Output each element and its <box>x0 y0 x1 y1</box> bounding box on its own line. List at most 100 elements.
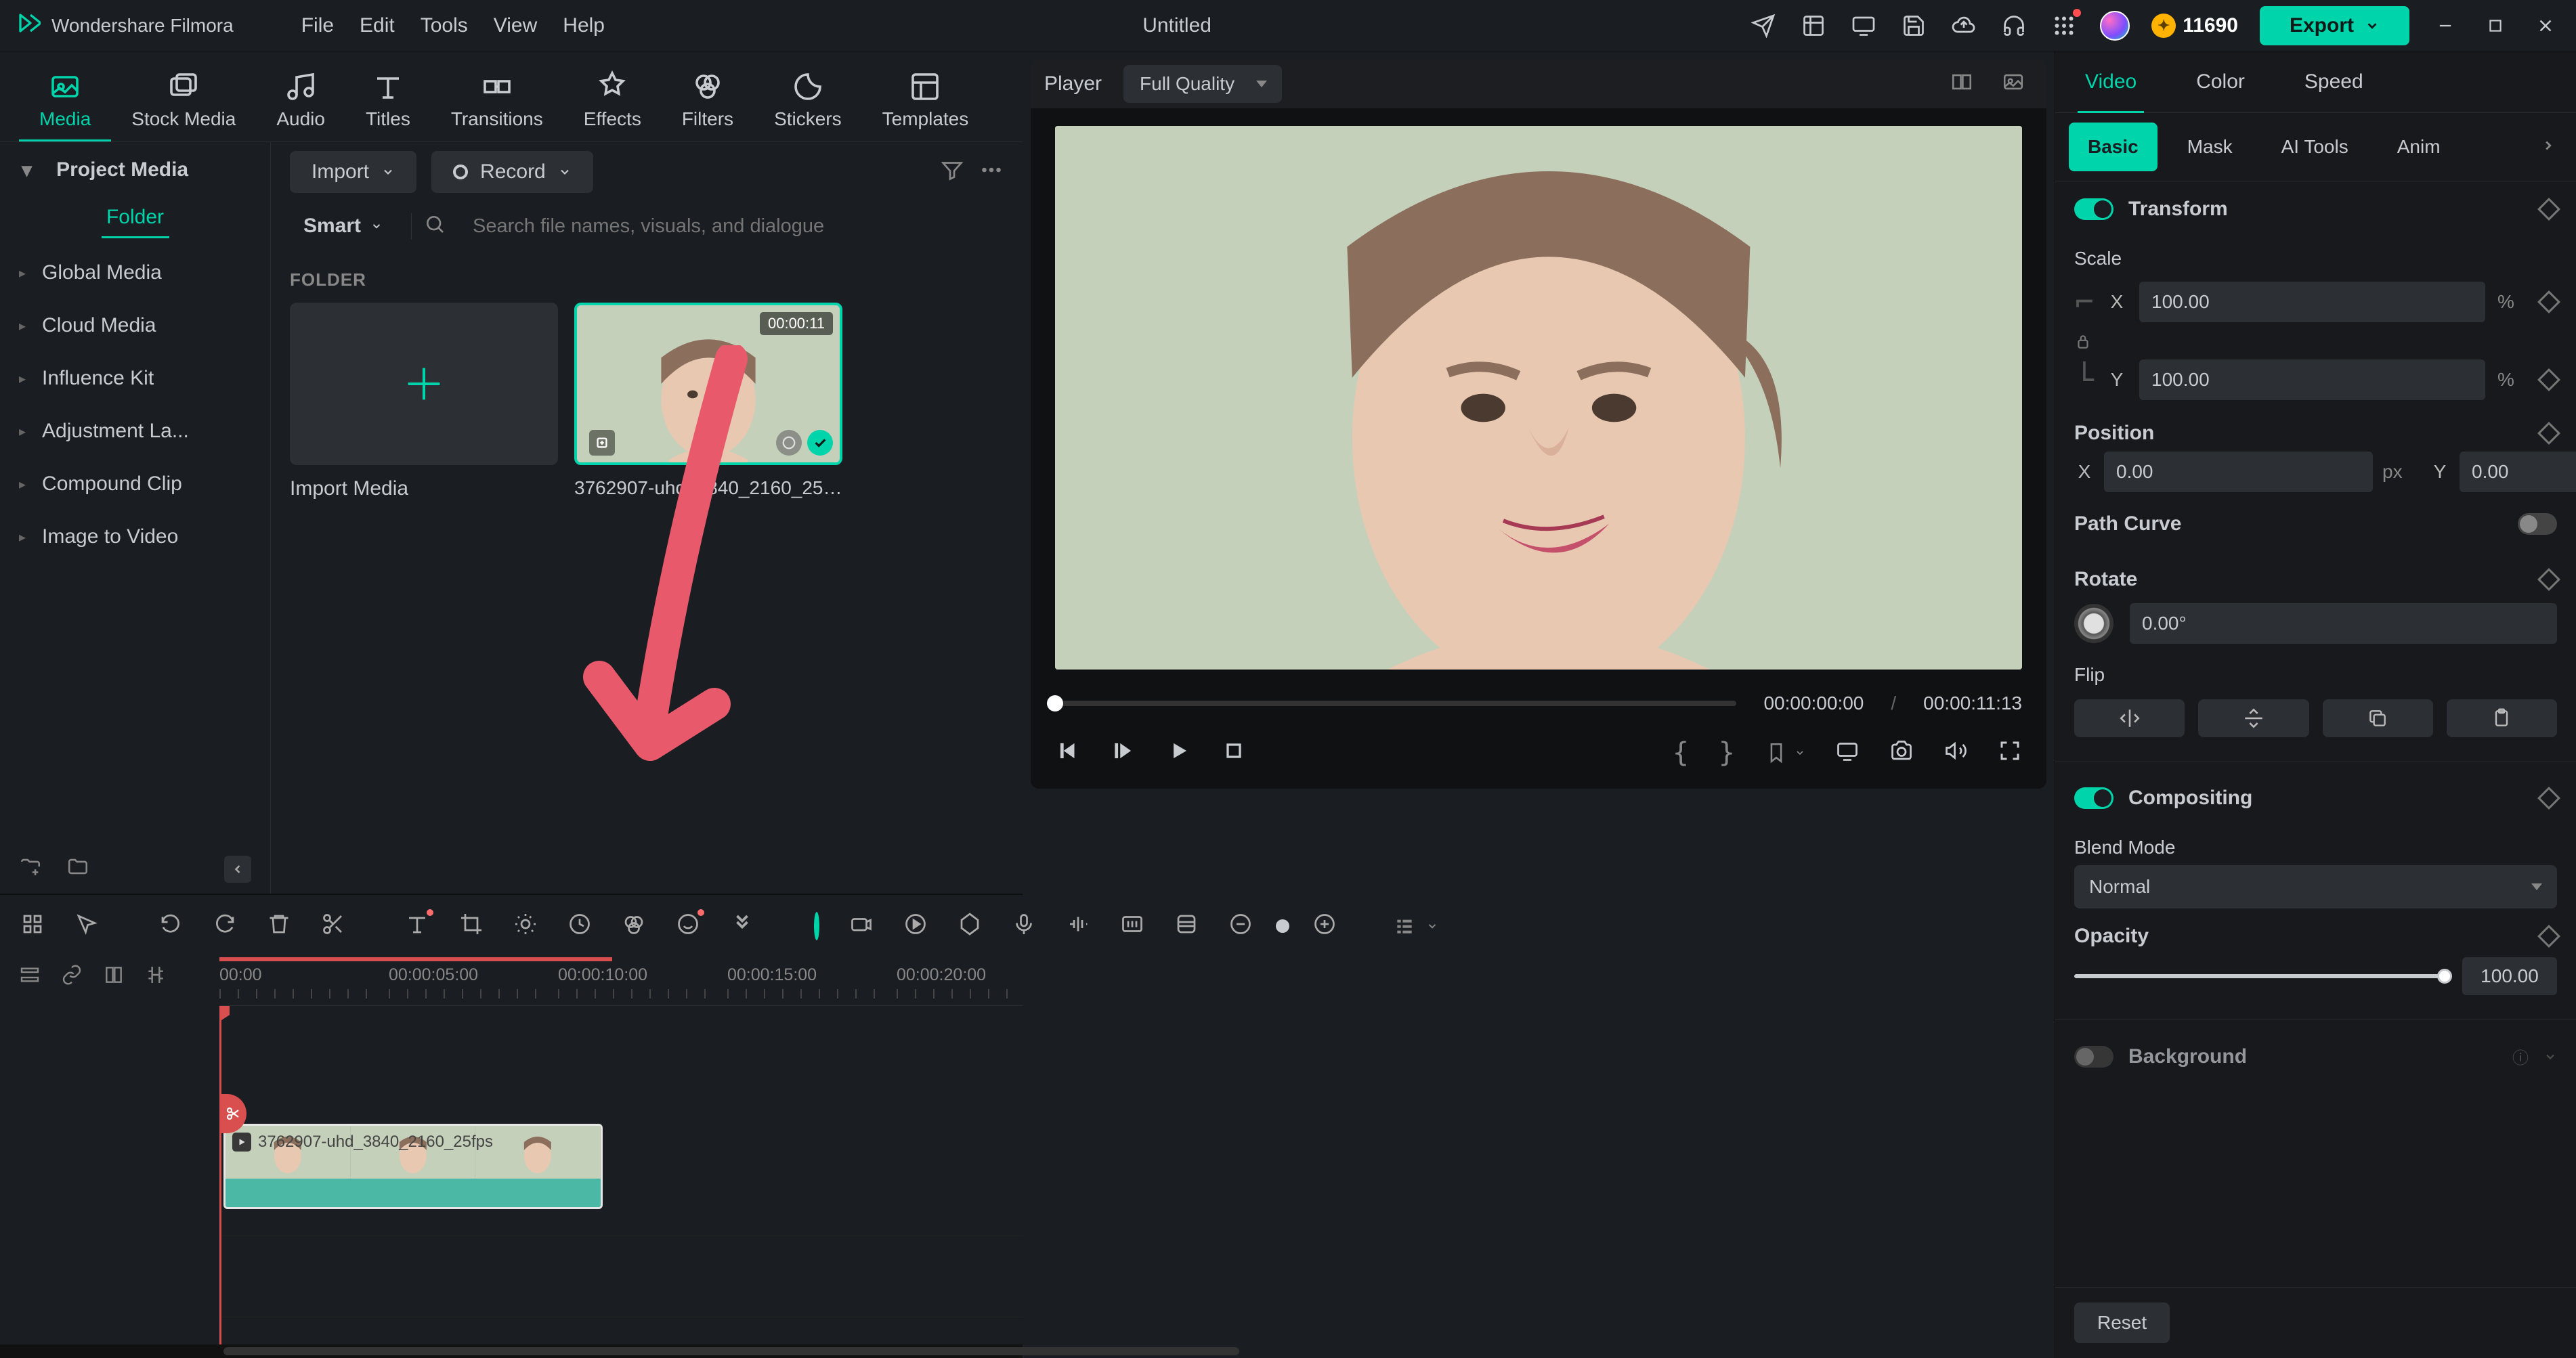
rotation-wheel[interactable] <box>2074 604 2113 643</box>
tab-speed[interactable]: Speed <box>2275 51 2393 112</box>
search-icon[interactable] <box>411 213 458 240</box>
split-scissors-icon[interactable] <box>321 912 345 941</box>
module-stickers[interactable]: Stickers <box>754 61 862 141</box>
copy-transform-button[interactable] <box>2323 699 2433 737</box>
menu-view[interactable]: View <box>494 14 537 37</box>
fullscreen-icon[interactable] <box>1998 739 2022 768</box>
compositing-toggle[interactable] <box>2074 787 2113 809</box>
send-icon[interactable] <box>1749 12 1778 40</box>
screen-icon[interactable] <box>1849 12 1878 40</box>
prev-frame-icon[interactable] <box>1055 738 1081 768</box>
paste-transform-button[interactable] <box>2447 699 2557 737</box>
module-audio[interactable]: Audio <box>256 61 345 141</box>
marker-dropdown[interactable] <box>1765 741 1805 764</box>
close-button[interactable] <box>2531 12 2560 40</box>
text-icon[interactable] <box>405 912 429 941</box>
undo-icon[interactable] <box>158 912 183 941</box>
preview-screen[interactable] <box>1055 126 2022 670</box>
clip-info-icon[interactable] <box>776 430 802 456</box>
opacity-slider[interactable] <box>2074 974 2445 978</box>
media-clip[interactable]: 00:00:11 3762907-uhd_3840_2160_25fps <box>574 303 842 500</box>
picture-icon[interactable] <box>1994 70 2033 98</box>
keyframe-diamond-icon[interactable] <box>2537 787 2560 810</box>
sidebar-item-influence-kit[interactable]: ▸Influence Kit <box>0 352 270 405</box>
camera-icon[interactable] <box>849 912 874 941</box>
quality-dropdown[interactable]: Full Quality <box>1123 65 1282 103</box>
smart-sort-dropdown[interactable]: Smart <box>290 215 396 238</box>
marker-icon[interactable] <box>1174 912 1199 941</box>
module-effects[interactable]: Effects <box>563 61 662 141</box>
magnet-icon[interactable] <box>20 912 45 941</box>
display-icon[interactable] <box>1835 739 1860 768</box>
path-curve-toggle[interactable] <box>2518 513 2557 535</box>
minimize-button[interactable] <box>2431 12 2460 40</box>
module-titles[interactable]: Titles <box>345 61 431 141</box>
menu-tools[interactable]: Tools <box>421 14 468 37</box>
subtab-mask[interactable]: Mask <box>2168 123 2252 171</box>
keyframe-diamond-icon[interactable] <box>2537 925 2560 948</box>
sidebar-item-adjustment-layer[interactable]: ▸Adjustment La... <box>0 405 270 458</box>
more-options-icon[interactable] <box>979 158 1004 187</box>
keyframe-diamond-icon[interactable] <box>2537 422 2560 445</box>
more-tools-icon[interactable] <box>730 912 754 941</box>
chevron-down-icon[interactable] <box>2543 1050 2557 1064</box>
module-media[interactable]: Media <box>19 61 111 141</box>
position-y-input[interactable] <box>2460 452 2576 492</box>
headphones-icon[interactable] <box>2000 12 2028 40</box>
collapse-sidebar-button[interactable] <box>224 856 251 883</box>
flip-horizontal-button[interactable] <box>2074 699 2185 737</box>
play-from-start-icon[interactable] <box>1111 738 1136 768</box>
compare-view-icon[interactable] <box>1942 70 1981 98</box>
flip-vertical-button[interactable] <box>2198 699 2309 737</box>
project-icon[interactable] <box>1799 12 1828 40</box>
search-input[interactable] <box>473 215 1004 238</box>
zoom-in-icon[interactable] <box>1312 912 1337 941</box>
mic-icon[interactable] <box>1012 912 1036 941</box>
mark-out-icon[interactable]: } <box>1719 737 1735 768</box>
tab-video[interactable]: Video <box>2055 51 2166 112</box>
zoom-thumb[interactable] <box>1276 919 1289 933</box>
background-toggle[interactable] <box>2074 1046 2113 1068</box>
sidebar-tab-folder[interactable]: Folder <box>102 198 169 238</box>
timeline-clip[interactable]: 3762907-uhd_3840_2160_25fps <box>223 1124 603 1209</box>
save-icon[interactable] <box>1899 12 1928 40</box>
link-xy-icon[interactable] <box>2074 333 2092 355</box>
sidebar-item-compound-clip[interactable]: ▸Compound Clip <box>0 458 270 510</box>
motion-track-icon[interactable] <box>903 912 928 941</box>
scrollbar-thumb[interactable] <box>223 1347 1239 1355</box>
opacity-value[interactable]: 100.00 <box>2462 957 2557 995</box>
import-dropdown[interactable]: Import <box>290 151 416 193</box>
snapshot-icon[interactable] <box>1889 739 1914 768</box>
ai-effect-icon[interactable] <box>676 912 700 941</box>
progress-thumb[interactable] <box>1047 695 1063 711</box>
timeline-scrollbar[interactable] <box>0 1344 1023 1358</box>
subtab-basic[interactable]: Basic <box>2069 123 2158 171</box>
timeline-track-icon[interactable] <box>19 964 41 990</box>
opacity-thumb[interactable] <box>2437 969 2452 984</box>
module-stock-media[interactable]: Stock Media <box>111 61 256 141</box>
render-status-icon[interactable] <box>814 912 819 940</box>
menu-help[interactable]: Help <box>563 14 605 37</box>
sidebar-item-image-to-video[interactable]: ▸Image to Video <box>0 510 270 563</box>
enhance-icon[interactable] <box>513 912 538 941</box>
credits-counter[interactable]: ✦ 11690 <box>2151 14 2238 38</box>
record-dropdown[interactable]: Record <box>431 151 593 193</box>
crop-icon[interactable] <box>459 912 484 941</box>
sidebar-item-cloud-media[interactable]: ▸Cloud Media <box>0 299 270 352</box>
transform-toggle[interactable] <box>2074 198 2113 220</box>
position-x-input[interactable] <box>2104 452 2373 492</box>
subtabs-more-icon[interactable] <box>2541 136 2568 158</box>
blend-mode-dropdown[interactable]: Normal <box>2074 865 2557 908</box>
clip-add-icon[interactable] <box>589 430 615 456</box>
color-icon[interactable] <box>622 912 646 941</box>
menu-edit[interactable]: Edit <box>360 14 395 37</box>
import-media-card[interactable] <box>290 303 558 465</box>
new-bin-icon[interactable] <box>66 855 89 883</box>
sidebar-item-project-media[interactable]: ▾ Project Media <box>0 142 270 198</box>
progress-bar[interactable] <box>1055 701 1736 706</box>
audio-sync-icon[interactable] <box>1066 912 1090 941</box>
mixer-icon[interactable] <box>1120 912 1144 941</box>
keyframe-diamond-icon[interactable] <box>2537 198 2560 221</box>
keyframe-diamond-icon[interactable] <box>2537 290 2560 313</box>
volume-icon[interactable] <box>1944 739 1968 768</box>
